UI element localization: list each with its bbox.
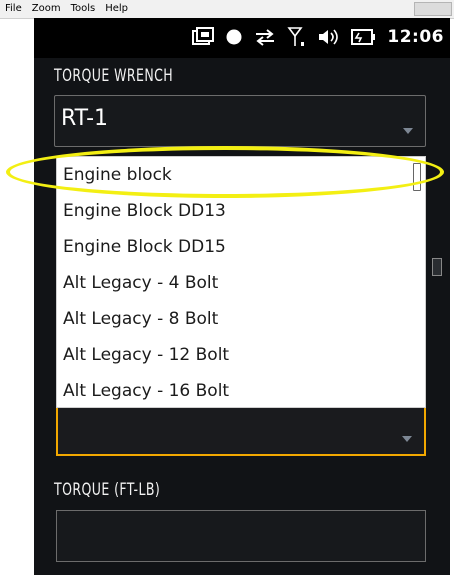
signal-icon [287, 26, 307, 48]
volume-icon [317, 26, 341, 48]
dropdown-option-alt-legacy-8-bolt[interactable]: Alt Legacy - 8 Bolt [63, 301, 218, 337]
torque-wrench-select[interactable]: RT-1 [54, 95, 426, 147]
status-icons: 12:06 [191, 26, 444, 48]
torque-input[interactable] [56, 510, 426, 562]
window-menubar: File Zoom Tools Help [0, 0, 454, 19]
battery-icon [351, 26, 377, 48]
dropdown-list[interactable]: Engine block Engine Block DD13 Engine Bl… [56, 156, 426, 408]
status-bar: 12:06 [34, 18, 450, 58]
circle-icon [225, 26, 243, 48]
dropdown-option-engine-block-dd13[interactable]: Engine Block DD13 [63, 193, 226, 229]
dropdown-arrow-icon [403, 128, 413, 134]
menu-zoom[interactable]: Zoom [27, 0, 66, 18]
dropdown-arrow-icon [402, 436, 412, 442]
dropdown-option-engine-block-dd15[interactable]: Engine Block DD15 [63, 229, 226, 265]
status-time: 12:06 [387, 27, 444, 47]
active-select-box[interactable] [56, 408, 426, 456]
menu-tools[interactable]: Tools [66, 0, 101, 18]
device-screen: 12:06 TORQUE WRENCH RT-1 Engine block En… [34, 18, 450, 575]
menu-help[interactable]: Help [100, 0, 133, 18]
photo-icon [191, 26, 215, 48]
dropdown-option-alt-legacy-4-bolt[interactable]: Alt Legacy - 4 Bolt [63, 265, 218, 301]
dropdown-option-alt-legacy-16-bolt[interactable]: Alt Legacy - 16 Bolt [63, 373, 229, 409]
dropdown-scrollbar[interactable] [413, 163, 421, 191]
menu-file[interactable]: File [0, 0, 27, 18]
dropdown-option-engine-block[interactable]: Engine block [63, 157, 172, 193]
window-controls[interactable] [414, 2, 452, 16]
dropdown-option-alt-legacy-12-bolt[interactable]: Alt Legacy - 12 Bolt [63, 337, 229, 373]
torque-wrench-value: RT-1 [61, 106, 109, 131]
hidden-control-edge [432, 258, 442, 276]
sync-arrows-icon [253, 26, 277, 48]
torque-label: TORQUE (FT-LB) [54, 480, 161, 500]
torque-wrench-label: TORQUE WRENCH [54, 66, 174, 86]
